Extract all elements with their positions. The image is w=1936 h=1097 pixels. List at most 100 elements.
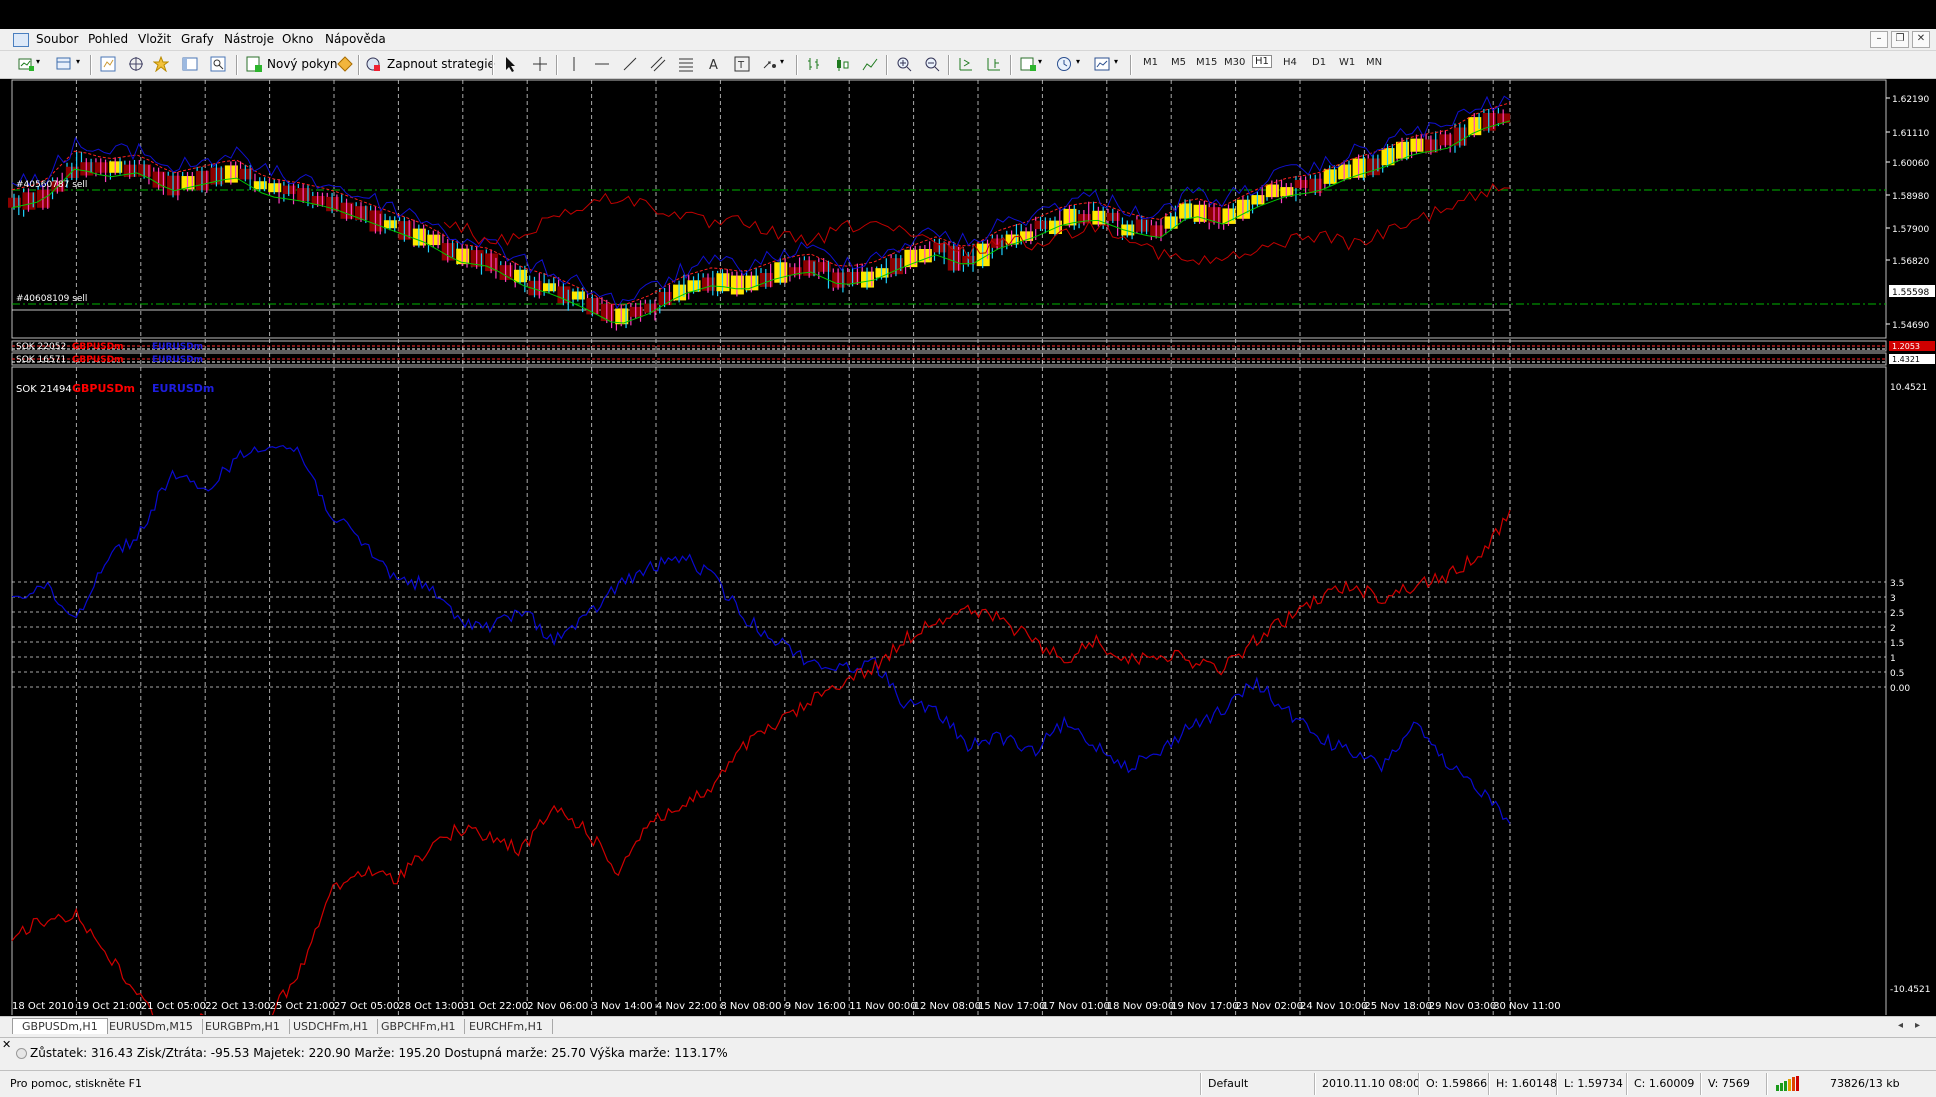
tab-eurchfm-h1[interactable]: EURCHFm,H1 bbox=[460, 1019, 553, 1034]
chart-shift-icon[interactable] bbox=[986, 56, 1002, 72]
timeframe-d1[interactable]: D1 bbox=[1312, 57, 1326, 68]
indicators-icon[interactable] bbox=[1020, 56, 1036, 72]
menu-file[interactable]: Soubor bbox=[36, 32, 78, 46]
price-label: 1.56820 bbox=[1892, 257, 1929, 267]
timeframe-w1[interactable]: W1 bbox=[1339, 57, 1355, 68]
status-high: H: 1.60148 bbox=[1496, 1077, 1557, 1090]
menu-tools[interactable]: Nástroje bbox=[224, 32, 274, 46]
indicator-symbol-1: GBPUSDm bbox=[72, 355, 123, 365]
crosshair-icon[interactable] bbox=[532, 56, 548, 72]
timeframe-m1[interactable]: M1 bbox=[1143, 57, 1158, 68]
favorites-icon[interactable] bbox=[153, 56, 169, 72]
status-open: O: 1.59866 bbox=[1426, 1077, 1488, 1090]
navigator-icon[interactable] bbox=[128, 56, 144, 72]
expert-advisors-icon[interactable] bbox=[365, 56, 381, 72]
chart-window[interactable]: 18 Oct 2010 19 Oct 21:00 21 Oct 05:00 22 Oc… bbox=[0, 79, 1936, 1077]
bar-chart-icon[interactable] bbox=[806, 56, 822, 72]
tab-eurusdm-m15[interactable]: EURUSDm,M15 bbox=[100, 1019, 203, 1034]
dropdown-arrow-icon[interactable]: ▾ bbox=[1076, 57, 1080, 66]
dropdown-arrow-icon[interactable]: ▾ bbox=[76, 57, 80, 66]
autoscroll-icon[interactable] bbox=[958, 56, 974, 72]
tab-eurgbpm-h1[interactable]: EURGBPm,H1 bbox=[196, 1019, 290, 1034]
indicator-label: SOK 22052 bbox=[16, 342, 66, 352]
timeframe-h1[interactable]: H1 bbox=[1252, 55, 1272, 68]
indicator-symbol-1: GBPUSDm bbox=[72, 382, 135, 395]
tab-gbpusdm-h1[interactable]: GBPUSDm,H1 bbox=[12, 1018, 108, 1034]
indicator-symbol-2: EURUSDm bbox=[152, 382, 214, 395]
timeframe-h4[interactable]: H4 bbox=[1283, 57, 1297, 68]
cursor-icon[interactable] bbox=[502, 56, 518, 72]
toolbar: ▾ ▾ Nový pokyn Zapnout strategie A T ▾ ▾… bbox=[0, 51, 1936, 79]
level-label: 0.5 bbox=[1890, 669, 1904, 679]
text-icon[interactable]: A bbox=[706, 56, 722, 72]
trendline-icon[interactable] bbox=[622, 56, 638, 72]
tab-usdchfm-h1[interactable]: USDCHFm,H1 bbox=[284, 1019, 379, 1034]
menu-window[interactable]: Okno bbox=[282, 32, 313, 46]
new-chart-icon[interactable] bbox=[18, 56, 34, 72]
profiles-icon[interactable] bbox=[56, 56, 72, 72]
fibonacci-icon[interactable] bbox=[678, 56, 694, 72]
expert-advisors-button[interactable]: Zapnout strategie bbox=[387, 57, 495, 71]
dropdown-arrow-icon[interactable]: ▾ bbox=[36, 57, 40, 66]
indicator-value: 1.4321 bbox=[1892, 355, 1920, 364]
time-label: 24 Nov 10:00 bbox=[1300, 1001, 1367, 1012]
periods-clock-icon[interactable] bbox=[1056, 56, 1072, 72]
status-close: C: 1.60009 bbox=[1634, 1077, 1695, 1090]
terminal-close-icon[interactable]: ✕ bbox=[2, 1038, 11, 1051]
restore-icon[interactable]: ❐ bbox=[1891, 31, 1909, 48]
menu-help[interactable]: Nápověda bbox=[325, 32, 386, 46]
dropdown-arrow-icon[interactable]: ▾ bbox=[780, 57, 784, 66]
vertical-line-icon[interactable] bbox=[566, 56, 582, 72]
tab-gbpchfm-h1[interactable]: GBPCHFm,H1 bbox=[372, 1019, 466, 1034]
line-chart-icon[interactable] bbox=[862, 56, 878, 72]
zoom-in-icon[interactable] bbox=[896, 56, 912, 72]
tab-scroll-left-icon[interactable]: ◂ bbox=[1898, 1020, 1903, 1031]
timeframe-m30[interactable]: M30 bbox=[1224, 57, 1245, 68]
market-watch-icon[interactable] bbox=[100, 56, 116, 72]
price-label: 1.54690 bbox=[1892, 321, 1929, 331]
timeframe-m15[interactable]: M15 bbox=[1196, 57, 1217, 68]
menu-bar: Soubor Pohled Vložit Grafy Nástroje Okno… bbox=[0, 29, 1936, 51]
arrows-icon[interactable] bbox=[762, 56, 778, 72]
price-label: 1.61110 bbox=[1892, 129, 1929, 139]
zoom-out-icon[interactable] bbox=[924, 56, 940, 72]
tester-icon[interactable] bbox=[210, 56, 226, 72]
time-label: 19 Nov 17:00 bbox=[1171, 1001, 1238, 1012]
status-datetime: 2010.11.10 08:00 bbox=[1322, 1077, 1421, 1090]
time-label: 15 Nov 17:00 bbox=[978, 1001, 1045, 1012]
time-label: 18 Oct 2010 bbox=[12, 1001, 74, 1012]
candlestick-icon[interactable] bbox=[834, 56, 850, 72]
price-label: 1.62190 bbox=[1892, 95, 1929, 105]
dropdown-arrow-icon[interactable]: ▾ bbox=[1114, 57, 1118, 66]
menu-insert[interactable]: Vložit bbox=[138, 32, 171, 46]
terminal-icon[interactable] bbox=[182, 56, 198, 72]
dropdown-arrow-icon[interactable]: ▾ bbox=[1038, 57, 1042, 66]
price-label: 1.60060 bbox=[1892, 159, 1929, 169]
time-label: 22 Oct 13:00 bbox=[205, 1001, 270, 1012]
price-chart[interactable]: 18 Oct 2010 19 Oct 21:00 21 Oct 05:00 22 Oc… bbox=[0, 79, 1936, 1077]
order-label: #40560787 sell bbox=[16, 180, 87, 190]
status-bar: Pro pomoc, stiskněte F1 Default 2010.11.… bbox=[0, 1070, 1936, 1097]
title-bar bbox=[0, 0, 1936, 29]
svg-text:A: A bbox=[709, 58, 718, 72]
menu-view[interactable]: Pohled bbox=[88, 32, 128, 46]
time-label: 2 Nov 06:00 bbox=[527, 1001, 588, 1012]
level-label: 1 bbox=[1890, 654, 1896, 664]
timeframe-mn[interactable]: MN bbox=[1366, 57, 1382, 68]
horizontal-line-icon[interactable] bbox=[594, 56, 610, 72]
minimize-icon[interactable]: – bbox=[1870, 31, 1888, 48]
close-icon[interactable]: ✕ bbox=[1912, 31, 1930, 48]
price-label: 1.58980 bbox=[1892, 192, 1929, 202]
new-order-icon[interactable] bbox=[246, 56, 262, 72]
chart-tabs: GBPUSDm,H1 EURUSDm,M15 EURGBPm,H1 USDCHF… bbox=[0, 1016, 1936, 1037]
connection-bars-icon bbox=[1776, 1076, 1799, 1091]
time-label: 9 Nov 16:00 bbox=[785, 1001, 846, 1012]
text-label-icon[interactable]: T bbox=[734, 56, 750, 72]
menu-charts[interactable]: Grafy bbox=[181, 32, 214, 46]
timeframe-m5[interactable]: M5 bbox=[1171, 57, 1186, 68]
metaeditor-icon[interactable] bbox=[337, 56, 353, 72]
equidistant-channel-icon[interactable] bbox=[650, 56, 666, 72]
templates-icon[interactable] bbox=[1094, 56, 1110, 72]
tab-scroll-right-icon[interactable]: ▸ bbox=[1915, 1020, 1920, 1031]
new-order-button[interactable]: Nový pokyn bbox=[267, 57, 338, 71]
